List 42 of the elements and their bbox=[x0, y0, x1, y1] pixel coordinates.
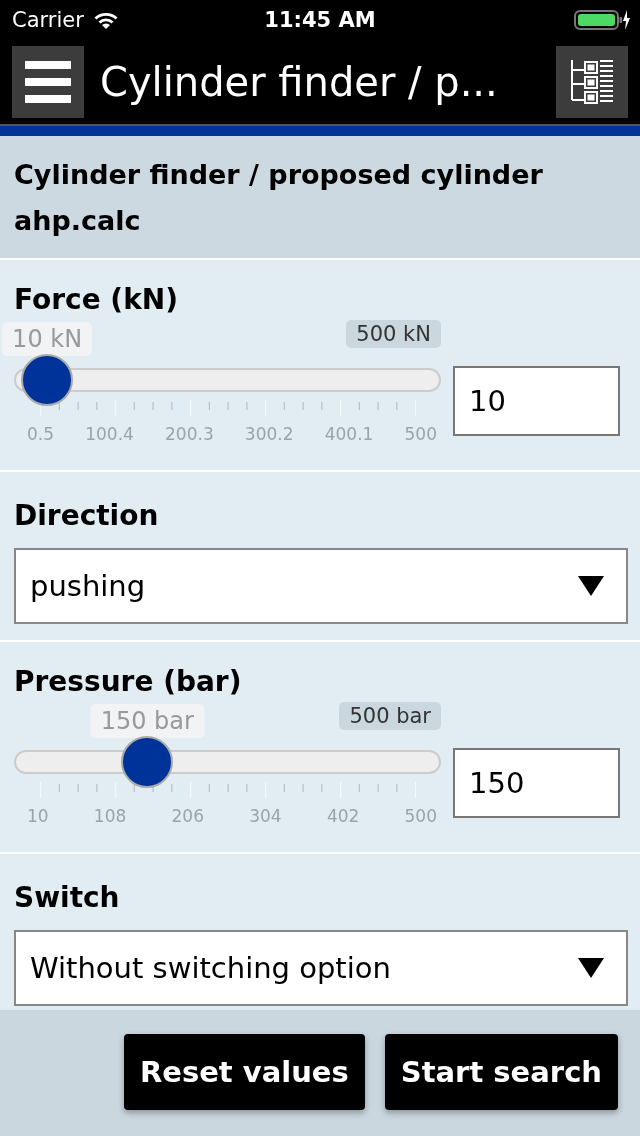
status-time: 11:45 AM bbox=[264, 8, 376, 32]
battery-icon bbox=[574, 8, 630, 32]
dropdown[interactable]: pushing bbox=[14, 548, 628, 624]
scale-label: 304 bbox=[249, 806, 282, 828]
slider-track[interactable] bbox=[14, 354, 441, 406]
dropdown[interactable]: Without switching option bbox=[14, 930, 628, 1006]
tree-list-icon bbox=[569, 58, 615, 106]
screen-title: Cylinder finder / p... bbox=[100, 59, 499, 105]
scale-label: 108 bbox=[93, 806, 127, 828]
scale-label: 206 bbox=[171, 806, 204, 828]
scale-label: 500 bbox=[404, 424, 437, 446]
field-label: Pressure (bar) bbox=[14, 664, 243, 700]
scale-label: 200.3 bbox=[165, 424, 214, 446]
field-label: Force (kN) bbox=[14, 282, 180, 318]
number-field[interactable]: 150 bbox=[453, 748, 620, 818]
value-bubble: 10 kN bbox=[2, 322, 93, 356]
dropdown-caret-icon bbox=[578, 958, 604, 978]
menu-button[interactable] bbox=[12, 46, 84, 118]
scale-label: 402 bbox=[326, 806, 360, 828]
scale-label: 0.5 bbox=[27, 424, 55, 446]
value-bubble: 150 bar bbox=[90, 704, 204, 738]
scale-label: 100.4 bbox=[85, 424, 134, 446]
scale-label: 10 bbox=[27, 806, 49, 828]
slider-thumb[interactable] bbox=[121, 736, 174, 788]
field-label: Switch bbox=[14, 880, 121, 916]
wifi-icon bbox=[91, 10, 120, 30]
tree-list-button[interactable] bbox=[556, 46, 628, 118]
action-button[interactable]: Start search bbox=[384, 1034, 618, 1110]
menu-icon bbox=[23, 58, 73, 106]
slider-track[interactable] bbox=[14, 736, 441, 788]
scale-label: 300.2 bbox=[244, 424, 294, 446]
scale-label: 500 bbox=[404, 806, 437, 828]
scale-label: 400.1 bbox=[324, 424, 374, 446]
carrier-name: Carrier bbox=[12, 8, 84, 32]
action-button[interactable]: Reset values bbox=[123, 1034, 365, 1110]
dropdown-caret-icon bbox=[578, 576, 604, 596]
number-field[interactable]: 10 bbox=[453, 366, 620, 436]
form-title: Cylinder finder / proposed cylinder ahp.calc bbox=[0, 136, 640, 258]
slider-thumb[interactable] bbox=[21, 354, 74, 406]
max-bubble: 500 bar bbox=[339, 702, 441, 730]
max-bubble: 500 kN bbox=[346, 320, 441, 348]
field-label: Direction bbox=[14, 498, 160, 534]
